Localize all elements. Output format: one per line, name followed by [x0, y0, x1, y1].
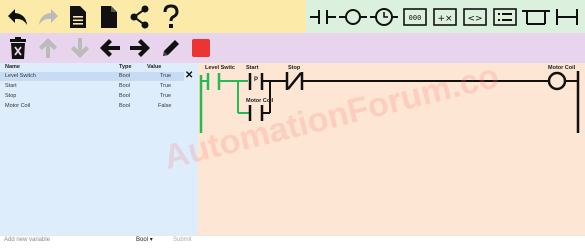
close-variables-button[interactable]: ✕: [185, 70, 193, 81]
move-down-button[interactable]: [66, 34, 94, 62]
header-value: Value: [147, 64, 162, 70]
add-timer-button[interactable]: [370, 4, 398, 30]
delete-button[interactable]: [4, 34, 32, 62]
undo-button[interactable]: [4, 3, 32, 31]
add-counter-button[interactable]: 000: [402, 4, 428, 30]
variable-type: Bool: [119, 103, 131, 109]
redo-button[interactable]: [34, 3, 62, 31]
add-list-button[interactable]: [492, 4, 518, 30]
variable-value: True: [160, 73, 172, 79]
add-compare-button[interactable]: <>: [462, 4, 488, 30]
footer-bar: [0, 235, 585, 248]
svg-text:+×: +×: [437, 14, 452, 24]
variable-type: Bool: [119, 73, 131, 79]
type-select[interactable]: Bool ▾: [136, 236, 153, 243]
math-icon: +×: [433, 8, 457, 26]
variable-row[interactable]: Motor Coil Bool False: [0, 102, 184, 111]
motor-coil-output[interactable]: [547, 71, 567, 91]
p-label: P: [254, 77, 259, 83]
delete-icon: [10, 37, 26, 59]
list-icon: [493, 8, 517, 26]
move-up-icon: [39, 38, 57, 58]
header-name: Name: [5, 64, 20, 70]
variable-value: False: [158, 103, 172, 109]
rung-icon: [556, 9, 578, 25]
svg-text:<>: <>: [467, 14, 482, 24]
variable-name: Stop: [5, 93, 17, 99]
stop-icon: [192, 39, 210, 57]
add-contact-button[interactable]: [310, 4, 336, 30]
move-down-icon: [71, 38, 89, 58]
open-file-button[interactable]: [97, 3, 121, 31]
variable-type: Bool: [119, 83, 131, 89]
timer-icon: [370, 8, 398, 26]
variable-name: Start: [5, 83, 17, 89]
move-right-icon: [130, 39, 150, 57]
open-file-icon: [101, 6, 117, 28]
add-math-button[interactable]: +×: [432, 4, 458, 30]
add-coil-button[interactable]: [339, 4, 367, 30]
submit-button[interactable]: Submit: [173, 237, 192, 243]
compare-icon: <>: [463, 8, 487, 26]
variable-name: Motor Coil: [5, 103, 31, 109]
variable-value: True: [160, 93, 172, 99]
contact-icon: [310, 10, 336, 24]
variable-row[interactable]: Stop Bool True: [0, 92, 184, 101]
help-icon: [163, 4, 179, 28]
share-button[interactable]: [127, 3, 153, 31]
help-button[interactable]: [158, 3, 184, 31]
variable-row[interactable]: Level Switch Bool True: [0, 72, 184, 81]
type-select-value: Bool: [136, 237, 149, 243]
stop-button[interactable]: [189, 36, 213, 60]
level-switch-label: Level Switc: [205, 65, 235, 71]
move-left-button[interactable]: [96, 34, 124, 62]
motor-coil-output-label: Motor Coil: [548, 65, 576, 71]
variable-value: True: [160, 83, 172, 89]
ladder-diagram: [199, 71, 580, 133]
move-right-button[interactable]: [126, 34, 154, 62]
variable-type: Bool: [119, 93, 131, 99]
branch-icon: [522, 10, 550, 25]
edit-button[interactable]: [157, 34, 185, 62]
edit-icon: [163, 40, 179, 56]
variable-name: Level Switch: [5, 73, 36, 79]
header-type: Type: [119, 64, 132, 70]
coil-icon: [339, 9, 367, 25]
svg-text:000: 000: [409, 14, 422, 22]
move-left-icon: [100, 39, 120, 57]
add-branch-button[interactable]: [522, 4, 550, 30]
chevron-down-icon: ▾: [149, 237, 153, 243]
undo-icon: [8, 9, 27, 25]
motor-coil-seal-contact[interactable]: [248, 105, 264, 121]
stop-contact[interactable]: [285, 72, 304, 90]
stop-label: Stop: [288, 65, 301, 71]
start-label: Start: [246, 65, 259, 71]
level-switch-contact[interactable]: [201, 73, 238, 90]
variable-row[interactable]: Start Bool True: [0, 82, 184, 91]
new-file-icon: [70, 6, 86, 28]
motor-coil-branch-label: Motor Coil: [246, 98, 274, 104]
add-variable-input[interactable]: Add new variable: [4, 237, 50, 243]
new-file-button[interactable]: [66, 3, 90, 31]
counter-icon: 000: [403, 8, 427, 26]
share-icon: [130, 5, 149, 29]
redo-icon: [39, 9, 58, 25]
move-up-button[interactable]: [34, 34, 62, 62]
add-rung-button[interactable]: [553, 4, 581, 30]
